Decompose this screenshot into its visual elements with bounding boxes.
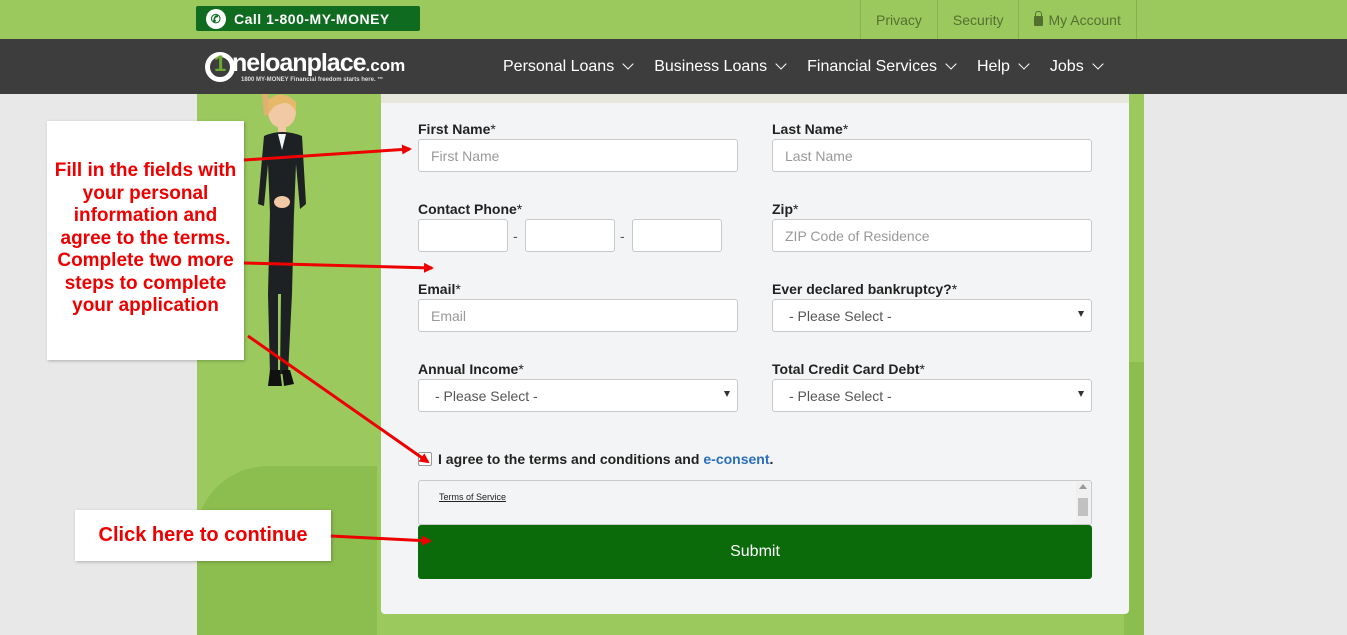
scroll-up-icon[interactable]: [1079, 484, 1087, 489]
my-account-label: My Account: [1048, 11, 1121, 28]
zip-field[interactable]: ZIP Code of Residence: [772, 219, 1092, 252]
phone-prefix-field[interactable]: [525, 219, 615, 252]
logo-wordmark: neloanplace.com: [232, 49, 406, 77]
main-nav: neloanplace.com 1800 MY-MONEY Financial …: [0, 39, 1347, 94]
credit-card-debt-select[interactable]: - Please Select -: [772, 379, 1092, 412]
last-name-label: Last Name*: [772, 121, 849, 137]
instructions-callout: Fill in the fields with your personal in…: [47, 121, 244, 360]
call-button[interactable]: ✆ Call 1-800-MY-MONEY: [196, 6, 420, 31]
email-field[interactable]: Email: [418, 299, 738, 332]
bankruptcy-select[interactable]: - Please Select -: [772, 299, 1092, 332]
security-link[interactable]: Security: [936, 0, 1019, 39]
nav-financial-services[interactable]: Financial Services: [796, 39, 966, 94]
dropdown-arrow-icon: [724, 391, 730, 397]
last-name-field[interactable]: Last Name: [772, 139, 1092, 172]
nav-personal-loans[interactable]: Personal Loans: [492, 39, 643, 94]
annual-income-label: Annual Income*: [418, 361, 524, 377]
zip-label: Zip*: [772, 201, 799, 217]
agree-text: I agree to the terms and conditions and: [438, 451, 700, 467]
chevron-down-icon: [775, 58, 787, 70]
logo-tagline: 1800 MY-MONEY Financial freedom starts h…: [241, 77, 384, 83]
phone-line-field[interactable]: [632, 219, 722, 252]
chevron-down-icon: [622, 58, 634, 70]
bankruptcy-label: Ever declared bankruptcy?*: [772, 281, 958, 297]
terms-of-service-link[interactable]: Terms of Service: [439, 492, 506, 502]
chevron-down-icon: [945, 58, 957, 70]
privacy-link[interactable]: Privacy: [860, 0, 937, 39]
phone-separator: -: [513, 228, 518, 244]
top-bar: ✆ Call 1-800-MY-MONEY Privacy Security M…: [0, 0, 1347, 39]
scrollbar-thumb[interactable]: [1078, 498, 1088, 516]
phone-separator: -: [620, 228, 625, 244]
credit-card-debt-label: Total Credit Card Debt*: [772, 361, 925, 377]
lock-icon: [1034, 10, 1044, 26]
agree-period: .: [769, 451, 774, 467]
dropdown-arrow-icon: [1078, 311, 1084, 317]
dropdown-arrow-icon: [1078, 391, 1084, 397]
email-label: Email*: [418, 281, 461, 297]
businesswoman-illustration: [258, 94, 306, 386]
my-account-link[interactable]: My Account: [1018, 0, 1137, 39]
submit-button[interactable]: Submit: [418, 525, 1092, 579]
logo-mark: [205, 51, 235, 82]
phone-area-code-field[interactable]: [418, 219, 508, 252]
form-top-strip: [381, 94, 1129, 103]
first-name-label: First Name*: [418, 121, 496, 137]
nav-jobs[interactable]: Jobs: [1039, 39, 1113, 94]
call-label: Call 1-800-MY-MONEY: [234, 10, 390, 27]
terms-scroll-box[interactable]: Terms of Service: [418, 480, 1092, 525]
scrollbar[interactable]: [1076, 482, 1090, 524]
nav-menu: Personal Loans Business Loans Financial …: [492, 39, 1113, 94]
nav-business-loans[interactable]: Business Loans: [643, 39, 796, 94]
annual-income-select[interactable]: - Please Select -: [418, 379, 738, 412]
terms-checkbox[interactable]: [418, 452, 432, 466]
phone-icon: ✆: [206, 8, 226, 29]
chevron-down-icon: [1092, 58, 1104, 70]
first-name-field[interactable]: First Name: [418, 139, 738, 172]
top-links: Privacy Security My Account: [860, 0, 1137, 39]
e-consent-link[interactable]: e-consent: [703, 451, 769, 467]
nav-help[interactable]: Help: [966, 39, 1039, 94]
terms-agreement: I agree to the terms and conditions and …: [418, 451, 773, 467]
contact-phone-label: Contact Phone*: [418, 201, 523, 217]
chevron-down-icon: [1018, 58, 1030, 70]
continue-callout: Click here to continue: [75, 510, 331, 561]
